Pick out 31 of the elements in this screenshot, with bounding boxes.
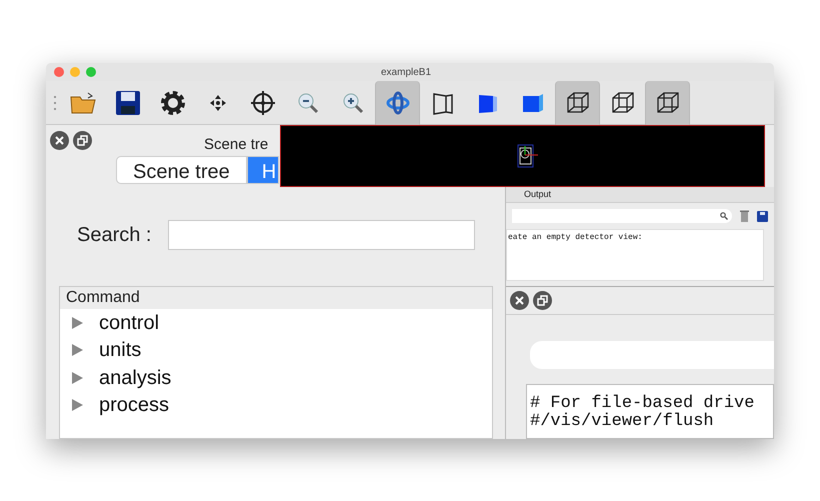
- panel-title: Scene tre: [204, 135, 268, 155]
- close-icon[interactable]: [510, 291, 529, 310]
- tab[interactable]: H: [246, 156, 279, 184]
- caret-right-icon[interactable]: [72, 372, 83, 384]
- tree-item[interactable]: control: [60, 309, 492, 336]
- window-title: exampleB1: [380, 66, 432, 80]
- close-window-icon[interactable]: [54, 67, 64, 77]
- tree-item[interactable]: analysis: [60, 364, 492, 392]
- toolbar-handle-icon[interactable]: [54, 96, 56, 110]
- column-header: Command: [60, 287, 492, 309]
- command-input-field[interactable]: [530, 341, 774, 369]
- tab[interactable]: Scene tree: [116, 156, 247, 184]
- caret-right-icon[interactable]: [72, 316, 83, 329]
- output-text: eate an empty detector view:: [506, 229, 764, 281]
- trash-icon[interactable]: [740, 210, 749, 222]
- tree-item[interactable]: units: [60, 336, 492, 364]
- close-icon[interactable]: [50, 130, 69, 150]
- search-label: Search :: [77, 223, 152, 248]
- output-tab[interactable]: Output: [506, 187, 774, 203]
- search-icon: [720, 212, 728, 220]
- restore-icon[interactable]: [73, 130, 92, 150]
- restore-icon[interactable]: [533, 291, 552, 310]
- tree-item[interactable]: process: [60, 392, 492, 419]
- detector-drawing: [517, 144, 539, 168]
- search-field[interactable]: [168, 220, 475, 250]
- caret-right-icon[interactable]: [72, 399, 83, 412]
- toolbar-button[interactable]: [555, 80, 600, 124]
- caret-right-icon[interactable]: [72, 344, 83, 356]
- output-search-field[interactable]: [512, 209, 732, 223]
- history-text: # For file-based drive #/vis/viewer/flush: [526, 384, 774, 439]
- toolbar-button[interactable]: [645, 80, 690, 124]
